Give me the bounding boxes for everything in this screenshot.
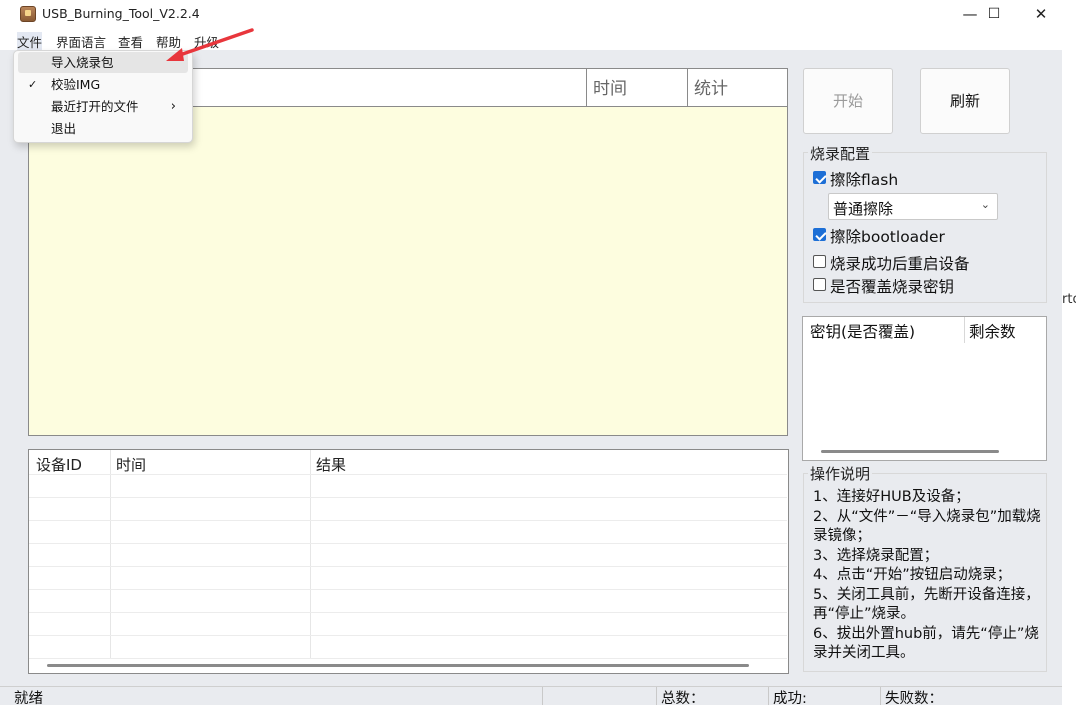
table-row — [29, 520, 787, 521]
refresh-button[interactable]: 刷新 — [920, 68, 1010, 134]
checkbox-checked[interactable] — [813, 171, 826, 184]
checkbox-unchecked[interactable] — [813, 278, 826, 291]
device-col-id[interactable]: 设备ID — [36, 454, 82, 475]
instruction-line: 5、关闭工具前，先断开设备连接，再“停止”烧录。 — [813, 586, 1040, 623]
start-button[interactable]: 开始 — [803, 68, 893, 134]
menu-verify-img[interactable]: ✓ 校验IMG — [18, 74, 188, 95]
chevron-right-icon: › — [170, 99, 176, 114]
menu-exit-label: 退出 — [51, 121, 77, 136]
checkbox-checked[interactable] — [813, 228, 826, 241]
erase-mode-select[interactable]: 普通擦除 ⌄ — [828, 193, 998, 220]
table-divider — [110, 450, 111, 658]
menu-recent-files-label: 最近打开的文件 — [51, 99, 139, 114]
menu-exit[interactable]: 退出 — [18, 118, 188, 139]
log-col-stats[interactable]: 统计 — [687, 69, 787, 107]
reboot-after-label: 烧录成功后重启设备 — [830, 255, 970, 273]
status-success: 成功: — [768, 687, 880, 705]
table-row — [29, 658, 787, 659]
table-row — [29, 635, 787, 636]
table-divider — [310, 450, 311, 658]
burn-config-title: 烧录配置 — [808, 143, 873, 164]
annotation-arrow-icon — [166, 28, 254, 61]
overwrite-key-label: 是否覆盖烧录密钥 — [830, 278, 955, 296]
status-text: 就绪 — [14, 691, 43, 705]
instruction-line: 3、选择烧录配置； — [813, 547, 939, 564]
close-button[interactable]: ✕ — [1018, 0, 1064, 30]
device-col-time[interactable]: 时间 — [116, 454, 146, 475]
menu-view[interactable]: 查看 — [118, 32, 143, 51]
table-row — [29, 589, 787, 590]
table-row — [29, 612, 787, 613]
table-row — [29, 474, 787, 475]
device-table: 设备ID 时间 结果 — [28, 449, 789, 674]
device-table-scrollbar[interactable] — [47, 664, 749, 667]
chevron-down-icon: ⌄ — [980, 198, 990, 211]
instructions-text: 1、连接好HUB及设备； 2、从“文件”－“导入烧录包”加载烧录镜像； 3、选择… — [813, 488, 1045, 664]
instructions-title: 操作说明 — [808, 463, 873, 484]
menu-file[interactable]: 文件 — [17, 32, 43, 51]
device-col-result[interactable]: 结果 — [316, 454, 346, 475]
erase-flash-label: 擦除flash — [830, 171, 899, 189]
table-divider — [964, 317, 965, 343]
maximize-button[interactable]: ☐ — [971, 0, 1017, 30]
status-bar: 就绪 总数： 成功: 失败数： — [0, 686, 1062, 705]
instruction-line: 4、点击“开始”按钮启动烧录； — [813, 567, 1012, 583]
app-icon — [20, 6, 36, 22]
menu-recent-files[interactable]: 最近打开的文件 › — [18, 96, 188, 117]
instruction-line: 1、连接好HUB及设备； — [813, 489, 970, 505]
key-table: 密钥(是否覆盖) 剩余数 — [802, 316, 1047, 461]
background-window-edge: rto — [1062, 0, 1076, 705]
menu-language[interactable]: 界面语言 — [56, 32, 106, 51]
background-text: rto — [1062, 292, 1076, 307]
table-row — [29, 543, 787, 544]
window-title: USB_Burning_Tool_V2.2.4 — [42, 6, 200, 21]
table-row — [29, 566, 787, 567]
key-table-scrollbar[interactable] — [821, 450, 999, 453]
instruction-line: 6、拔出外置hub前，请先“停止”烧录并关闭工具。 — [813, 625, 1039, 662]
key-col-key[interactable]: 密钥(是否覆盖) — [810, 320, 915, 342]
key-col-remaining[interactable]: 剩余数 — [969, 320, 1016, 342]
status-divider — [542, 687, 652, 705]
instruction-line: 2、从“文件”－“导入烧录包”加载烧录镜像； — [813, 508, 1041, 545]
menu-verify-img-label: 校验IMG — [51, 77, 101, 92]
status-fail: 失败数： — [880, 687, 1062, 705]
check-icon: ✓ — [28, 78, 38, 91]
checkbox-unchecked[interactable] — [813, 255, 826, 268]
log-col-time[interactable]: 时间 — [586, 69, 687, 107]
table-row — [29, 497, 787, 498]
status-total: 总数： — [656, 687, 768, 705]
erase-mode-value: 普通擦除 — [833, 200, 894, 218]
erase-bootloader-label: 擦除bootloader — [830, 228, 945, 246]
menu-import-package-label: 导入烧录包 — [51, 55, 114, 70]
